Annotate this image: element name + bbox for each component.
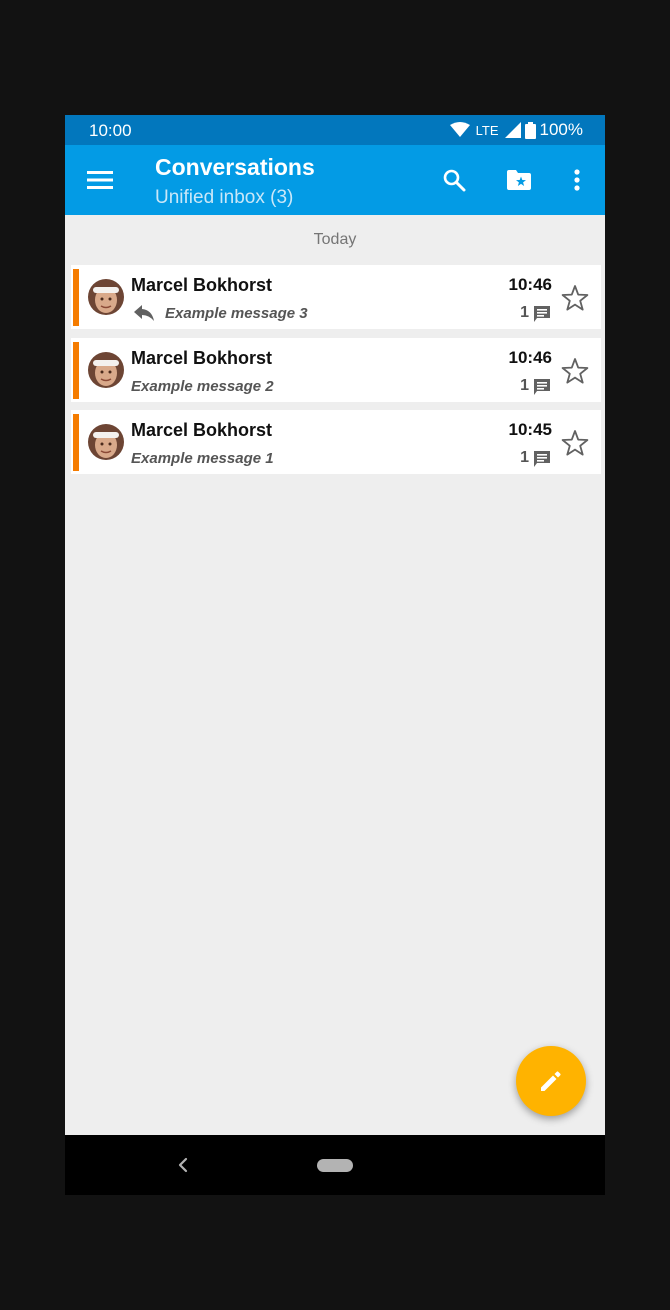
unread-accent-bar (73, 342, 79, 399)
message-count-icon (534, 306, 550, 322)
app-toolbar: Conversations Unified inbox (3) (65, 145, 605, 215)
home-pill[interactable] (317, 1159, 353, 1172)
system-nav-bar (65, 1135, 605, 1195)
date-section-header: Today (313, 231, 357, 248)
battery-level: 100% (539, 120, 583, 139)
message-count: 1 (520, 377, 529, 394)
message-time: 10:46 (508, 275, 552, 294)
star-icon[interactable] (561, 429, 589, 457)
conversation-row[interactable]: Marcel Bokhorst Example message 2 10:46 … (71, 338, 601, 402)
reply-icon (134, 305, 154, 321)
avatar (88, 352, 124, 388)
toolbar-subtitle: Unified inbox (3) (155, 187, 294, 208)
battery-icon (524, 121, 536, 139)
avatar (88, 424, 124, 460)
more-vert-icon (574, 169, 580, 191)
message-subject: Example message 1 (131, 450, 274, 467)
message-count-icon (534, 379, 550, 395)
message-count-icon (534, 451, 550, 467)
conversation-row[interactable]: Marcel Bokhorst Example message 1 10:45 … (71, 410, 601, 474)
search-button[interactable] (439, 165, 469, 195)
avatar (88, 279, 124, 315)
message-subject: Example message 3 (165, 305, 308, 322)
toolbar-title: Conversations (155, 154, 315, 180)
unread-accent-bar (73, 269, 79, 326)
star-icon[interactable] (561, 284, 589, 312)
message-count: 1 (520, 449, 529, 466)
search-icon (443, 169, 466, 192)
sender-name: Marcel Bokhorst (131, 420, 273, 440)
wifi-icon (449, 122, 470, 137)
menu-button[interactable] (85, 166, 115, 194)
phone-screen: 10:00 LTE 100% Conversations Unified inb… (65, 115, 605, 1195)
message-count: 1 (520, 304, 529, 321)
sender-name: Marcel Bokhorst (131, 275, 273, 295)
unread-accent-bar (73, 414, 79, 471)
message-subject: Example message 2 (131, 378, 274, 395)
starred-folder-icon (507, 170, 531, 190)
more-options-button[interactable] (562, 165, 592, 195)
pencil-icon (541, 1071, 561, 1091)
starred-folder-button[interactable] (504, 165, 534, 195)
status-bar: 10:00 LTE 100% (65, 115, 605, 145)
compose-button[interactable] (516, 1046, 586, 1116)
back-icon[interactable] (172, 1153, 194, 1177)
status-icons: LTE 100% (449, 120, 583, 140)
sender-name: Marcel Bokhorst (131, 348, 273, 368)
message-time: 10:46 (508, 348, 552, 367)
conversation-row[interactable]: Marcel Bokhorst Example message 3 10:46 … (71, 265, 601, 329)
status-time: 10:00 (89, 121, 132, 140)
signal-icon (504, 122, 521, 138)
network-type: LTE (475, 122, 499, 138)
star-icon[interactable] (561, 357, 589, 385)
message-time: 10:45 (508, 420, 552, 439)
menu-icon (87, 171, 113, 189)
